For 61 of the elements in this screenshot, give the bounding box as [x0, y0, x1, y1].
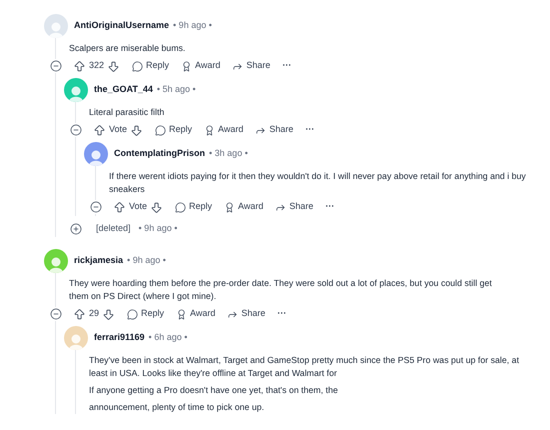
speech-bubble-icon [132, 60, 144, 72]
username[interactable]: rickjamesia [74, 254, 124, 268]
username[interactable]: AntiOriginalUsername [74, 19, 170, 33]
upvote-icon[interactable] [73, 60, 86, 72]
upvote-icon[interactable] [73, 308, 86, 320]
comment-text: They were hoarding them before the pre-order date. They were sold out a lot of places, but you could still get them on PS Direct (where I got mine). [69, 277, 493, 303]
vote-count: Vote [109, 123, 128, 136]
more-button[interactable]: ··· [277, 307, 286, 321]
comment-action[interactable]: Award [181, 59, 220, 73]
award-icon [224, 202, 236, 212]
speech-bubble-icon [155, 124, 166, 136]
comment-action[interactable]: Award [176, 307, 216, 321]
comment-text: announcement, plenty of time to pick one up. [89, 401, 266, 414]
comment-action[interactable]: Share [232, 59, 270, 73]
username[interactable]: the_GOAT_44 [94, 83, 153, 97]
comment-text: They've been in stock at Walmart, Target and GameStop pretty much since the PS5 Pro was put up for sale, at least in USA. Looks like they're offline at Target and Walmart for [89, 354, 520, 380]
comment-time: • 6h ago • [148, 331, 188, 344]
vote-count: 322 [89, 59, 104, 72]
more-button[interactable]: ··· [325, 200, 334, 214]
award-icon [204, 124, 216, 136]
speech-bubble-icon [127, 308, 138, 320]
vote-count: 29 [89, 307, 100, 320]
comment-time: • 9h ago • [173, 19, 212, 32]
award-icon [176, 308, 188, 320]
comment-action[interactable]: Award [224, 200, 264, 214]
expand-button[interactable] [69, 222, 83, 236]
comment-time: • 5h ago • [156, 83, 196, 96]
comment-action[interactable]: Share [227, 307, 266, 321]
comment-action[interactable]: Award [204, 123, 244, 137]
user-avatar[interactable] [84, 142, 108, 166]
award-icon [181, 60, 192, 72]
collapse-button[interactable] [89, 200, 103, 214]
upvote-icon[interactable] [113, 200, 126, 214]
vote-count: Vote [129, 200, 148, 214]
more-button[interactable]: ··· [305, 123, 314, 137]
comment-text: Scalpers are miserable bums. [69, 42, 186, 55]
comment-action[interactable]: Reply [127, 307, 164, 321]
comment-action[interactable]: Share [255, 123, 294, 137]
downvote-icon[interactable] [150, 200, 164, 214]
speech-bubble-icon [175, 202, 186, 212]
comment-action[interactable]: Reply [155, 123, 192, 137]
collapse-button[interactable] [49, 59, 63, 73]
username[interactable]: ferrari91169 [94, 331, 145, 345]
deleted-username: [deleted] [96, 222, 131, 236]
comment-text: If anyone getting a Pro doesn't have one yet, that's on them, the [89, 384, 339, 397]
upvote-icon[interactable] [93, 124, 106, 136]
downvote-icon[interactable] [102, 308, 116, 320]
username[interactable]: ContemplatingPrison [114, 147, 206, 161]
comment-action[interactable]: Share [275, 200, 314, 214]
comment-action[interactable]: Reply [132, 59, 170, 73]
comment-text: If there werent idiots paying for it then they wouldn't do it. I will never pay above retail for anything and i buy sneakers [109, 170, 527, 196]
downvote-icon[interactable] [107, 60, 120, 72]
more-button[interactable]: ··· [282, 59, 292, 73]
comment-action[interactable]: Reply [175, 200, 212, 214]
collapse-button[interactable] [69, 123, 83, 137]
comment-text: Literal parasitic filth [89, 106, 166, 119]
comment-time: • 3h ago • [209, 147, 248, 160]
downvote-icon[interactable] [130, 124, 144, 136]
comment-time: • 9h ago • [138, 222, 178, 236]
comment-time: • 9h ago • [127, 254, 166, 268]
collapse-button[interactable] [49, 307, 63, 321]
